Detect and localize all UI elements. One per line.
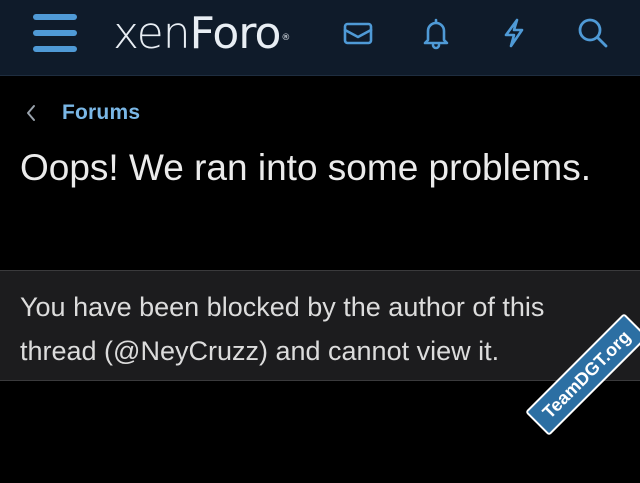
hamburger-line bbox=[33, 30, 77, 36]
lightning-icon[interactable] bbox=[497, 16, 531, 50]
hamburger-line bbox=[33, 46, 77, 52]
logo-registered-mark: ® bbox=[281, 33, 290, 43]
breadcrumb[interactable]: Forums bbox=[24, 98, 140, 128]
hamburger-line bbox=[33, 14, 77, 20]
envelope-icon[interactable] bbox=[341, 16, 375, 50]
error-notice-block: You have been blocked by the author of t… bbox=[0, 270, 640, 381]
page-title: Oops! We ran into some problems. bbox=[20, 147, 592, 188]
logo-text-light: xen bbox=[113, 8, 191, 59]
error-message: You have been blocked by the author of t… bbox=[20, 292, 545, 366]
bell-icon[interactable] bbox=[419, 16, 453, 50]
top-navigation-bar: xenForo® bbox=[0, 0, 640, 76]
breadcrumb-forums-link[interactable]: Forums bbox=[62, 101, 140, 125]
chevron-left-icon bbox=[27, 105, 35, 121]
xenforo-logo[interactable]: xenForo® bbox=[113, 8, 290, 59]
search-icon[interactable] bbox=[576, 16, 610, 50]
hamburger-menu-icon[interactable] bbox=[33, 14, 77, 52]
logo-text-bold: Foro bbox=[189, 8, 282, 59]
